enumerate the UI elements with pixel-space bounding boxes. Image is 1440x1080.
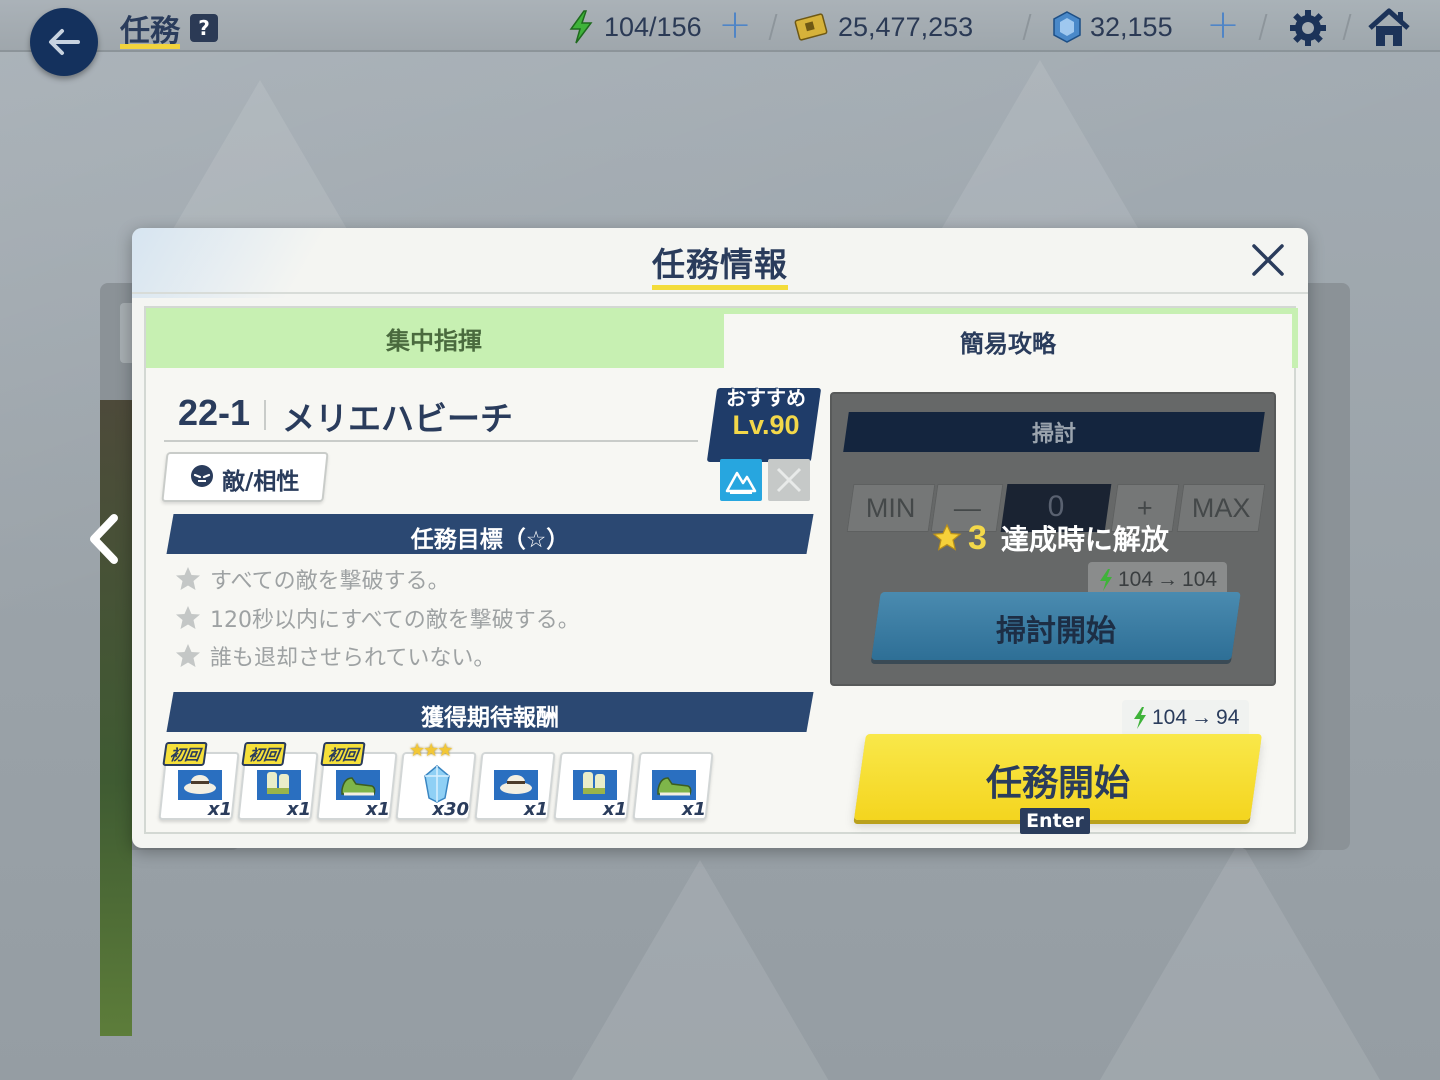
tab-focused-command[interactable]: 集中指揮 [146,308,722,368]
sweep-header: 掃討 [1031,422,1076,447]
gem-counter: 32,155 [1052,10,1173,44]
reward-quantity: x1 [681,799,706,820]
gem-value: 32,155 [1090,11,1173,42]
sweep-cost-to: 104 [1182,568,1218,591]
mountain-icon [725,471,757,494]
divider [132,292,1308,294]
objective-item: すべての敵を撃破する。 [174,562,450,596]
close-icon[interactable] [1250,242,1286,278]
star-icon [932,523,962,551]
reward-quantity: x30 [432,799,469,820]
mission-cost-from: 104 [1152,706,1188,729]
stage-name: メリエハビーチ [282,399,513,438]
arrow-right-icon: → [1157,568,1179,591]
star-icon [176,644,200,667]
mission-cost-to: 94 [1216,706,1240,729]
star-icon [176,567,200,590]
hat-icon [494,770,538,800]
unlock-text: 達成時に解放 [1000,523,1169,556]
lightning-icon [1134,707,1146,729]
objectives-header: 任務目標（☆） [410,527,570,553]
sweep-cost-from: 104 [1118,568,1154,591]
previous-stage-arrow-icon[interactable] [84,512,124,566]
shoes-icon [336,770,380,800]
reward-item[interactable]: ★★★ x30 [395,740,477,820]
arrow-right-icon: → [1191,706,1213,729]
reward-quantity: x1 [523,799,548,820]
crystal-icon [1053,11,1081,43]
lightning-icon [569,10,593,44]
recommended-label: おすすめ [726,386,806,410]
objective-text: すべての敵を撃破する。 [210,569,450,594]
terrain-icon[interactable] [720,459,762,501]
mission-content: 集中指揮 簡易攻略 22-1 メリエハビーチ おすすめ Lv.90 敵/相性 任… [144,306,1298,834]
recommended-level: Lv.90 [732,410,800,440]
sweep-start-label[interactable]: 掃討開始 [876,606,1236,650]
unlock-star-count: 3 [968,518,987,557]
reward-item[interactable]: x1 [553,752,635,820]
divider [164,440,698,442]
first-clear-badge: 初回 [162,742,208,766]
credit-card-icon [794,13,828,41]
reward-quantity: x1 [286,799,311,820]
sweep-max-button[interactable]: MAX [1176,484,1266,532]
tab-edge [1292,308,1298,368]
divider [264,400,266,430]
rewards-header: 獲得期待報酬 [421,705,559,731]
objective-text: 誰も退却させられていない。 [210,646,496,671]
first-clear-badge: 初回 [320,742,366,766]
hat-icon [178,770,222,800]
bg-triangle [1100,840,1380,1080]
arrow-left-icon [49,29,80,55]
help-icon[interactable]: ? [190,14,218,42]
disabled-icon [768,459,810,501]
reward-item[interactable]: x1 [474,752,556,820]
tab-quick-clear[interactable]: 簡易攻略 [722,308,1292,368]
credit-value: 25,477,253 [838,11,974,42]
gear-icon[interactable] [1288,8,1328,48]
title-underline [120,44,180,49]
sweep-unlock-message: 3 達成時に解放 [932,516,1169,560]
reward-quantity: x1 [207,799,232,820]
enter-hotkey-hint: Enter [1020,808,1090,834]
add-stamina-icon[interactable]: + [718,5,752,45]
shoes-icon [652,770,696,800]
star-icon [176,606,200,629]
mission-start-label[interactable]: 任務開始 [860,754,1256,806]
enemy-icon [191,465,213,487]
sweep-panel: 掃討 MIN — 0 + MAX 3 達成時に解放 104 → 104 掃討開始 [830,392,1276,686]
credit-counter: 25,477,253 [794,10,973,44]
stamina-counter: 104/156 [566,10,702,44]
background-stage-art [100,400,132,1036]
enemy-affinity-label[interactable]: 敵/相性 [222,462,299,496]
lightning-icon [1100,569,1112,591]
reward-item[interactable]: 初回 x1 [158,742,240,820]
gloves-icon [257,770,301,800]
reward-quantity: x1 [365,799,390,820]
reward-quantity: x1 [602,799,627,820]
bg-triangle [560,860,840,1080]
dialog-title-underline [652,285,788,290]
sweep-min-button[interactable]: MIN [846,484,936,532]
gloves-icon [573,770,617,800]
dialog-title: 任務情報 [652,245,788,284]
reward-item[interactable]: x1 [632,752,714,820]
objective-item: 120秒以内にすべての敵を撃破する。 [174,601,580,635]
back-button[interactable] [30,8,98,76]
crystal-icon [424,765,450,803]
objective-text: 120秒以内にすべての敵を撃破する。 [210,608,580,633]
add-gems-icon[interactable]: + [1206,5,1240,45]
rarity-stars: ★★★ [409,740,453,761]
first-clear-badge: 初回 [241,742,287,766]
reward-item[interactable]: 初回 x1 [316,742,398,820]
cross-icon [776,467,802,493]
stamina-value: 104/156 [604,11,702,42]
mission-cost-bubble: 104 → 94 [1122,700,1250,736]
reward-item[interactable]: 初回 x1 [237,742,319,820]
home-icon[interactable] [1366,6,1412,50]
stage-code: 22-1 [178,392,251,433]
mission-info-dialog: 任務情報 集中指揮 簡易攻略 22-1 メリエハビーチ おすすめ Lv.90 敵… [132,228,1308,848]
objective-item: 誰も退却させられていない。 [174,639,495,673]
